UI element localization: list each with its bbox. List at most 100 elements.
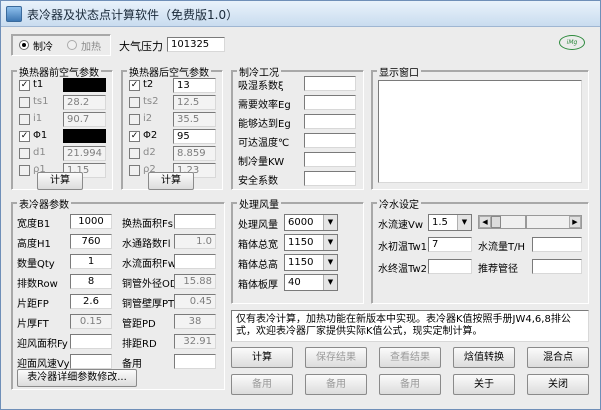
calculate-button[interactable]: 计算 xyxy=(231,347,293,368)
cooling-kw-label: 制冷量KW xyxy=(238,157,285,168)
t1-label: t1 xyxy=(33,79,44,90)
chevron-down-icon: ▼ xyxy=(457,215,471,230)
flow-speed-select[interactable]: 1.5 ▼ xyxy=(428,214,472,231)
chevron-left-icon[interactable]: ◀ xyxy=(479,216,491,228)
phi1-checkbox[interactable]: ✓ xyxy=(19,131,30,142)
d2-checkbox[interactable] xyxy=(129,148,140,159)
inlet-temp-label: 水初温Tw1 xyxy=(378,242,427,253)
close-button[interactable]: 关闭 xyxy=(527,374,589,395)
row-pitch-input[interactable]: 32.91 xyxy=(174,334,216,349)
t2-input[interactable]: 13 xyxy=(173,78,216,93)
qty-label: 数量Qty xyxy=(17,259,55,270)
t1-input[interactable] xyxy=(63,78,106,92)
about-button[interactable]: 关于 xyxy=(453,374,515,395)
chevron-down-icon: ▼ xyxy=(323,235,337,250)
fin-thick-input[interactable]: 0.15 xyxy=(70,314,112,329)
reach-temp-label: 可达温度℃ xyxy=(238,138,290,149)
box-height-value: 1150 xyxy=(288,257,314,268)
phi1-input[interactable] xyxy=(63,129,106,143)
pressure-input[interactable]: 101325 xyxy=(167,37,225,52)
cooler-detail-button[interactable]: 表冷器详细参数修改... xyxy=(17,369,137,387)
rows-input[interactable]: 8 xyxy=(70,274,112,289)
chevron-down-icon: ▼ xyxy=(323,255,337,270)
phi1-label: Φ1 xyxy=(33,130,48,141)
ts1-checkbox[interactable] xyxy=(19,97,30,108)
flow-speed-label: 水流速Vw xyxy=(378,220,424,231)
phi2-checkbox[interactable]: ✓ xyxy=(129,131,140,142)
pipe-size-output xyxy=(532,259,582,274)
ts2-input[interactable]: 12.5 xyxy=(173,95,216,110)
i2-label: i2 xyxy=(143,113,153,124)
ts1-input[interactable]: 28.2 xyxy=(63,95,106,110)
chevron-down-icon: ▼ xyxy=(323,275,337,290)
d1-label: d1 xyxy=(33,147,46,158)
enthalpy-convert-button[interactable]: 焓值转换 xyxy=(453,347,515,368)
tube-pitch-input[interactable]: 38 xyxy=(174,314,216,329)
i2-input[interactable]: 35.5 xyxy=(173,112,216,127)
rear-calc-button[interactable]: 计算 xyxy=(148,172,194,190)
fin-pitch-input[interactable]: 2.6 xyxy=(70,294,112,309)
airflow-value: 6000 xyxy=(288,217,314,228)
face-velocity-output xyxy=(70,354,112,369)
outlet-temp-input[interactable] xyxy=(428,259,472,274)
cooler-group: 表冷器参数 宽度B1 1000 高度H1 760 数量Qty 1 排数Row 8… xyxy=(11,196,225,390)
d2-input[interactable]: 8.859 xyxy=(173,146,216,161)
cooling-radio[interactable] xyxy=(19,40,29,50)
client-area: 制冷 加热 大气压力 101325 iMg 换热器前空气参数 ✓ t1 ts1 … xyxy=(7,30,595,408)
phi2-input[interactable]: 95 xyxy=(173,129,216,144)
d1-input[interactable]: 21.994 xyxy=(63,146,106,161)
qty-input[interactable]: 1 xyxy=(70,254,112,269)
tube-wall-label: 铜管壁厚PT xyxy=(122,299,175,310)
box-height-select[interactable]: 1150 ▼ xyxy=(284,254,338,271)
t2-checkbox[interactable]: ✓ xyxy=(129,80,140,91)
mixing-point-button[interactable]: 混合点 xyxy=(527,347,589,368)
heating-radio[interactable] xyxy=(67,40,77,50)
airflow-label: 处理风量 xyxy=(238,220,278,231)
inlet-temp-input[interactable]: 7 xyxy=(428,237,472,252)
water-paths-input[interactable]: 1.0 xyxy=(174,234,216,249)
rho1-checkbox[interactable] xyxy=(19,165,30,176)
heating-label: 加热 xyxy=(81,42,101,53)
box-width-select[interactable]: 1150 ▼ xyxy=(284,234,338,251)
d1-checkbox[interactable] xyxy=(19,148,30,159)
tube-pitch-label: 管距PD xyxy=(122,319,156,330)
panel-thick-label: 箱体板厚 xyxy=(238,280,278,291)
row-pitch-label: 排距RD xyxy=(122,339,157,350)
i2-checkbox[interactable] xyxy=(129,114,140,125)
panel-thick-select[interactable]: 40 ▼ xyxy=(284,274,338,291)
view-result-button[interactable]: 查看结果 xyxy=(379,347,441,368)
chevron-right-icon[interactable]: ▶ xyxy=(569,216,581,228)
water-flow-output xyxy=(532,237,582,252)
face-area-output xyxy=(70,334,112,349)
spare-button-1[interactable]: 备用 xyxy=(231,374,293,395)
flow-speed-slider[interactable]: ◀ ▶ xyxy=(478,215,582,229)
info-note: 仅有表冷计算，加热功能在新版本中实现。表冷器K值按照手册JW4,6,8排公式，欢… xyxy=(231,310,589,342)
height-label: 高度H1 xyxy=(17,239,51,250)
spare-label: 备用 xyxy=(122,359,142,370)
tube-wall-input[interactable]: 0.45 xyxy=(174,294,216,309)
airflow-select[interactable]: 6000 ▼ xyxy=(284,214,338,231)
ts2-checkbox[interactable] xyxy=(129,97,140,108)
window-title: 表冷器及状态点计算软件（免费版1.0） xyxy=(27,8,239,22)
display-textarea[interactable] xyxy=(378,80,582,183)
slider-thumb[interactable] xyxy=(491,216,501,228)
air-handling-group: 处理风量 处理风量 6000 ▼ 箱体总宽 1150 ▼ 箱体总高 1150 ▼ 箱体… xyxy=(231,196,364,304)
phi2-label: Φ2 xyxy=(143,130,158,141)
spare-button-2[interactable]: 备用 xyxy=(305,374,367,395)
tube-od-input[interactable]: 15.88 xyxy=(174,274,216,289)
height-input[interactable]: 760 xyxy=(70,234,112,249)
front-calc-button[interactable]: 计算 xyxy=(37,172,83,190)
save-result-button[interactable]: 保存结果 xyxy=(305,347,367,368)
spare-button-3[interactable]: 备用 xyxy=(379,374,441,395)
width-label: 宽度B1 xyxy=(17,219,51,230)
i1-input[interactable]: 90.7 xyxy=(63,112,106,127)
rear-air-title: 换热器后空气参数 xyxy=(127,64,211,79)
air-handling-title: 处理风量 xyxy=(237,196,281,211)
t1-checkbox[interactable]: ✓ xyxy=(19,80,30,91)
reach-eff-label: 能够达到Eg xyxy=(238,119,291,130)
logo: iMg xyxy=(559,35,585,50)
i1-checkbox[interactable] xyxy=(19,114,30,125)
width-input[interactable]: 1000 xyxy=(70,214,112,229)
rho2-checkbox[interactable] xyxy=(129,165,140,176)
spare-input[interactable] xyxy=(174,354,216,369)
